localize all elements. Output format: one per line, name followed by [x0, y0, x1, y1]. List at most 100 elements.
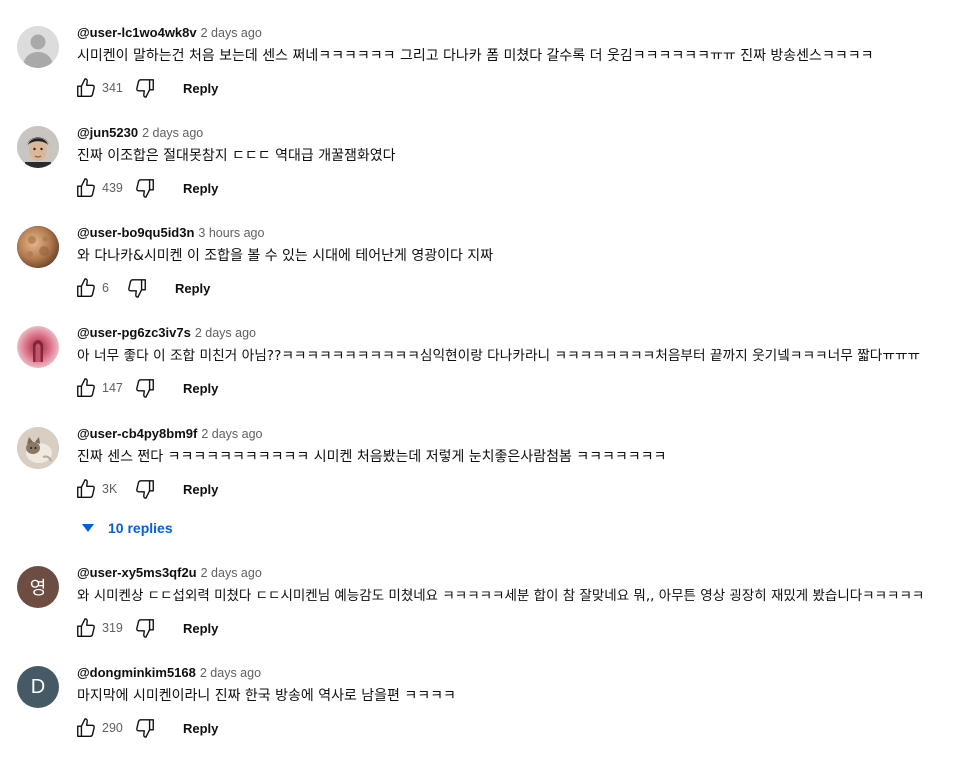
thumbs-up-icon [77, 479, 95, 498]
comment-item: @user-cb4py8bm9f 2 days ago 진짜 센스 쩐다 ㅋㅋㅋㅋ… [0, 423, 960, 523]
author-name[interactable]: @user-bo9qu5id3n [77, 225, 194, 240]
pink-arch-photo-icon [17, 326, 59, 368]
author-name[interactable]: @user-lc1wo4wk8v [77, 25, 197, 40]
like-button[interactable] [74, 616, 98, 640]
comment-text: 시미켄이 말하는건 처음 보는데 센스 쩌네ㅋㅋㅋㅋㅋㅋ 그리고 다나카 폼 미… [77, 48, 874, 64]
comment-item: @jun5230 2 days ago 진짜 이조합은 절대못참지 ㄷㄷㄷ 역대급… [0, 122, 960, 222]
comment-list: @user-lc1wo4wk8v 2 days ago 시미켄이 말하는건 처음 … [0, 0, 960, 764]
avatar[interactable] [17, 226, 59, 268]
thumbs-down-icon [136, 619, 154, 638]
avatar[interactable]: D [17, 666, 59, 708]
like-count: 6 [102, 281, 109, 295]
dislike-button[interactable] [133, 716, 157, 740]
thumbs-down-icon [136, 379, 154, 398]
comment-time[interactable]: 3 hours ago [198, 226, 264, 240]
thumbs-down-icon [136, 480, 154, 499]
caret-down-icon [82, 524, 94, 532]
thumbs-down-icon [136, 719, 154, 738]
default-avatar-icon [17, 26, 59, 68]
comment-text: 와 다나카&시미켄 이 조합을 볼 수 있는 시대에 테어난게 영광이다 지짜 [77, 248, 494, 264]
reply-button[interactable]: Reply [183, 81, 218, 96]
avatar[interactable] [17, 126, 59, 168]
comment-header: @user-pg6zc3iv7s 2 days ago [77, 324, 256, 342]
comment-text: 와 시미켄상 ㄷㄷ섭외력 미쳤다 ㄷㄷ시미켄님 예능감도 미쳤네요 ㅋㅋㅋㅋㅋ세… [77, 588, 925, 604]
thumbs-up-icon [77, 178, 95, 197]
comment-time[interactable]: 2 days ago [142, 126, 203, 140]
comment-header: @user-xy5ms3qf2u 2 days ago [77, 564, 262, 582]
comment-header: @user-lc1wo4wk8v 2 days ago [77, 24, 262, 42]
thumbs-up-icon [77, 718, 95, 737]
avatar-letter: 영 [29, 578, 47, 599]
reply-button[interactable]: Reply [183, 381, 218, 396]
comment-toolbar: 319 Reply [74, 616, 218, 640]
thumbs-down-icon [128, 279, 146, 298]
dislike-button[interactable] [133, 176, 157, 200]
like-button[interactable] [74, 76, 98, 100]
dislike-button[interactable] [133, 477, 157, 501]
author-name[interactable]: @jun5230 [77, 125, 138, 140]
like-button[interactable] [74, 477, 98, 501]
comment-text: 아 너무 좋다 이 조합 미친거 아님??ㅋㅋㅋㅋㅋㅋㅋㅋㅋㅋㅋ심익현이랑 다나… [77, 348, 921, 364]
author-name[interactable]: @dongminkim5168 [77, 665, 196, 680]
comment-item: 영 @user-xy5ms3qf2u 2 days ago 와 시미켄상 ㄷㄷ섭외… [0, 562, 960, 662]
thumbs-up-icon [77, 278, 95, 297]
reply-button[interactable]: Reply [183, 621, 218, 636]
comment-header: @user-bo9qu5id3n 3 hours ago [77, 224, 264, 242]
face-photo-icon [17, 126, 59, 168]
replies-count-label: 10 replies [108, 520, 173, 536]
comment-time[interactable]: 2 days ago [201, 26, 262, 40]
like-count: 147 [102, 381, 123, 395]
dislike-button[interactable] [133, 616, 157, 640]
thumbs-up-icon [77, 378, 95, 397]
comment-text: 진짜 센스 쩐다 ㅋㅋㅋㅋㅋㅋㅋㅋㅋㅋㅋ 시미켄 처음봤는데 저렇게 눈치좋은사… [77, 449, 667, 465]
comment-header: @jun5230 2 days ago [77, 124, 203, 142]
like-button[interactable] [74, 376, 98, 400]
author-name[interactable]: @user-xy5ms3qf2u [77, 565, 197, 580]
like-button[interactable] [74, 176, 98, 200]
like-button[interactable] [74, 716, 98, 740]
comment-text: 진짜 이조합은 절대못참지 ㄷㄷㄷ 역대급 개꿀잼화였다 [77, 148, 396, 164]
show-replies-button[interactable]: 10 replies [82, 516, 173, 540]
avatar[interactable] [17, 326, 59, 368]
reply-button[interactable]: Reply [183, 721, 218, 736]
like-count: 319 [102, 621, 123, 635]
moon-photo-icon [17, 226, 59, 268]
like-button[interactable] [74, 276, 98, 300]
dislike-button[interactable] [133, 376, 157, 400]
comment-time[interactable]: 2 days ago [195, 326, 256, 340]
comment-toolbar: 341 Reply [74, 76, 218, 100]
comment-toolbar: 3K Reply [74, 477, 218, 501]
author-name[interactable]: @user-pg6zc3iv7s [77, 325, 191, 340]
comment-text: 마지막에 시미켄이라니 진짜 한국 방송에 역사로 남을편 ㅋㅋㅋㅋ [77, 688, 456, 704]
thumbs-down-icon [136, 79, 154, 98]
thumbs-down-icon [136, 179, 154, 198]
avatar[interactable] [17, 26, 59, 68]
thumbs-up-icon [77, 78, 95, 97]
reply-button[interactable]: Reply [175, 281, 210, 296]
reply-button[interactable]: Reply [183, 482, 218, 497]
comment-item: D @dongminkim5168 2 days ago 마지막에 시미켄이라니 … [0, 662, 960, 762]
comment-toolbar: 6 Reply [74, 276, 210, 300]
avatar-letter: D [30, 675, 46, 698]
comment-toolbar: 147 Reply [74, 376, 218, 400]
comment-time[interactable]: 2 days ago [201, 566, 262, 580]
thumbs-up-icon [77, 618, 95, 637]
comment-time[interactable]: 2 days ago [200, 666, 261, 680]
reply-button[interactable]: Reply [183, 181, 218, 196]
comment-header: @dongminkim5168 2 days ago [77, 664, 261, 682]
comment-item: @user-bo9qu5id3n 3 hours ago 와 다나카&시미켄 이 … [0, 222, 960, 322]
avatar[interactable]: 영 [17, 566, 59, 608]
comment-item: @user-lc1wo4wk8v 2 days ago 시미켄이 말하는건 처음 … [0, 22, 960, 122]
like-count: 341 [102, 81, 123, 95]
comment-time[interactable]: 2 days ago [201, 427, 262, 441]
comment-item: @user-pg6zc3iv7s 2 days ago 아 너무 좋다 이 조합 … [0, 322, 960, 422]
avatar[interactable] [17, 427, 59, 469]
dislike-button[interactable] [133, 76, 157, 100]
like-count: 290 [102, 721, 123, 735]
author-name[interactable]: @user-cb4py8bm9f [77, 426, 197, 441]
cat-photo-icon [17, 427, 59, 469]
like-count: 3K [102, 482, 118, 496]
comment-toolbar: 439 Reply [74, 176, 218, 200]
dislike-button[interactable] [125, 276, 149, 300]
comment-toolbar: 290 Reply [74, 716, 218, 740]
